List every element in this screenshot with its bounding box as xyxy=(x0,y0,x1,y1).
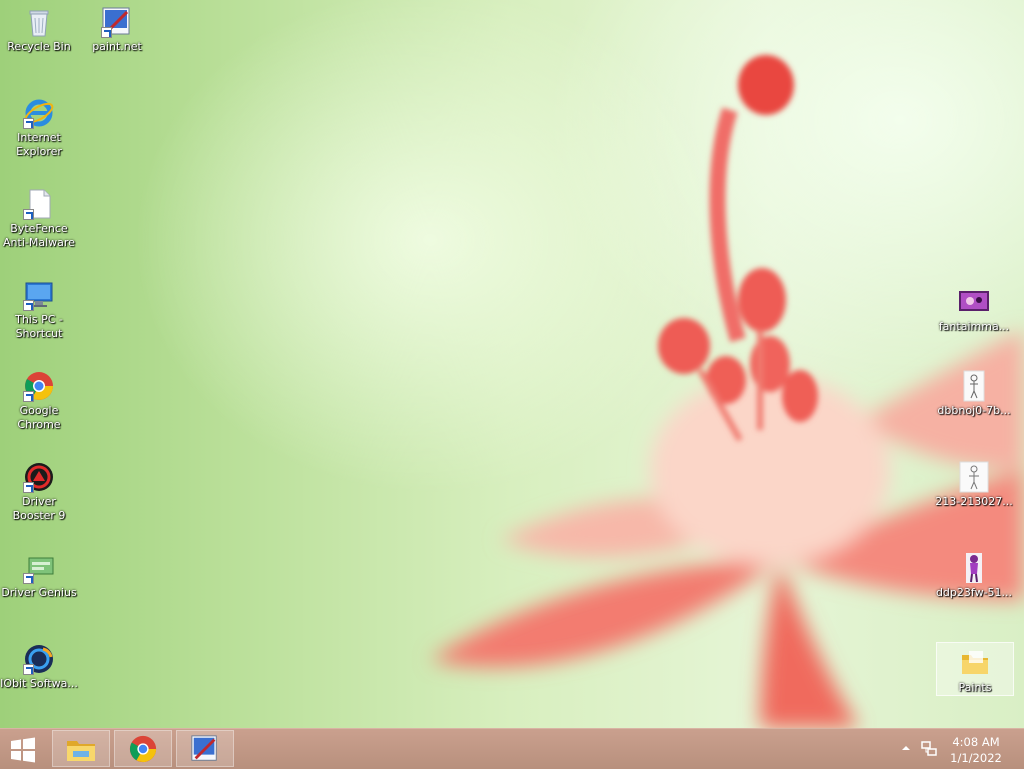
clock-date: 1/1/2022 xyxy=(950,751,1002,765)
desktop-icon-label: Recycle Bin xyxy=(7,40,71,53)
image-thumbnail-icon xyxy=(958,552,990,584)
desktop-icon-driver-genius[interactable]: Driver Genius xyxy=(0,552,78,600)
clock-time: 4:08 AM xyxy=(952,735,1000,749)
desktop-icon-label: paint.net xyxy=(92,40,142,53)
system-tray xyxy=(896,729,946,769)
shortcut-arrow-icon xyxy=(23,300,34,311)
image-thumbnail-icon xyxy=(958,370,990,402)
internet-explorer-icon xyxy=(23,97,55,129)
shortcut-arrow-icon xyxy=(23,209,34,220)
shortcut-arrow-icon xyxy=(23,482,34,493)
desktop-icon-label: Paints xyxy=(958,681,992,694)
shortcut-arrow-icon xyxy=(23,664,34,675)
start-button[interactable] xyxy=(4,735,42,765)
shortcut-arrow-icon xyxy=(101,27,112,38)
desktop-icon-ddp23fw[interactable]: ddp23fw-51... xyxy=(935,552,1013,600)
wallpaper xyxy=(430,55,1024,728)
desktop-icon-213-213027[interactable]: 213-213027... xyxy=(935,461,1013,509)
image-thumbnail-icon xyxy=(958,286,990,318)
driver-booster-icon xyxy=(23,461,55,493)
desktop-icon-recycle-bin[interactable]: Recycle Bin xyxy=(0,6,78,54)
desktop-icon-internet-explorer[interactable]: Internet Explorer xyxy=(0,97,78,159)
folder-icon xyxy=(959,647,991,679)
desktop-icon-label: Driver Booster 9 xyxy=(12,495,66,522)
driver-genius-icon xyxy=(23,552,55,584)
desktop-icon-iobit[interactable]: IObit Softwa... xyxy=(0,643,78,691)
document-icon xyxy=(23,188,55,220)
desktop-icon-label: ddp23fw-51... xyxy=(935,586,1013,599)
chevron-up-icon[interactable] xyxy=(901,744,911,752)
desktop-icon-label: 213-213027... xyxy=(935,495,1013,508)
desktop-icon-label: ByteFence Anti-Malware xyxy=(3,222,75,249)
shortcut-arrow-icon xyxy=(23,118,34,129)
desktop-icon-label: dbbnoj0-7b... xyxy=(937,404,1011,417)
this-pc-icon xyxy=(23,279,55,311)
network-icon[interactable] xyxy=(920,740,938,758)
desktop-icon-bytefence[interactable]: ByteFence Anti-Malware xyxy=(0,188,78,250)
taskbar-file-explorer[interactable] xyxy=(52,730,110,767)
desktop-icon-this-pc[interactable]: This PC - Shortcut xyxy=(0,279,78,341)
desktop-icon-paints-folder[interactable]: Paints xyxy=(936,642,1014,696)
desktop-icon-paintnet[interactable]: paint.net xyxy=(78,6,156,54)
windows-logo-icon xyxy=(11,737,35,763)
chrome-icon xyxy=(129,735,157,762)
desktop-icon-google-chrome[interactable]: Google Chrome xyxy=(0,370,78,432)
desktop-icon-label: Driver Genius xyxy=(1,586,77,599)
desktop-icon-dbbnoj0[interactable]: dbbnoj0-7b... xyxy=(935,370,1013,418)
taskbar-paintnet[interactable] xyxy=(176,730,234,767)
desktop-icon-label: Google Chrome xyxy=(17,404,61,431)
desktop-icon-label: fantaimma... xyxy=(938,320,1010,333)
shortcut-arrow-icon xyxy=(23,573,34,584)
desktop-icon-driver-booster[interactable]: Driver Booster 9 xyxy=(0,461,78,523)
desktop-icon-label: Internet Explorer xyxy=(16,131,62,158)
desktop-icon-fantaimma[interactable]: fantaimma... xyxy=(935,286,1013,334)
iobit-icon xyxy=(23,643,55,675)
taskbar: 4:08 AM 1/1/2022 xyxy=(0,728,1024,769)
recycle-bin-icon xyxy=(23,6,55,38)
desktop-icon-label: IObit Softwa... xyxy=(0,677,78,690)
shortcut-arrow-icon xyxy=(23,391,34,402)
taskbar-google-chrome[interactable] xyxy=(114,730,172,767)
file-explorer-icon xyxy=(67,740,95,761)
paintnet-icon xyxy=(191,734,217,761)
image-thumbnail-icon xyxy=(958,461,990,493)
paintnet-icon xyxy=(101,6,133,38)
chrome-icon xyxy=(23,370,55,402)
clock[interactable]: 4:08 AM 1/1/2022 xyxy=(946,734,1006,766)
desktop-icon-label: This PC - Shortcut xyxy=(15,313,63,340)
